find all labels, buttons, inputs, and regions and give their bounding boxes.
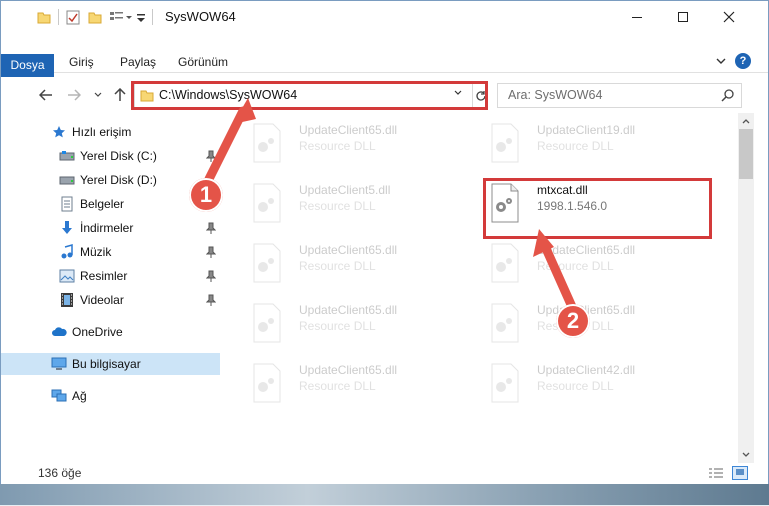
sidebar-item-network[interactable]: Ağ — [1, 385, 220, 407]
dll-file-icon — [253, 243, 281, 283]
list-item[interactable]: UpdateClient65.dll Resource DLL — [475, 237, 695, 289]
window-title: SysWOW64 — [165, 9, 236, 24]
list-item[interactable]: UpdateClient19.dll Resource DLL — [475, 117, 695, 169]
file-list: UpdateClient65.dll Resource DLL UpdateCl… — [233, 113, 738, 458]
list-item[interactable]: UpdateClient5.dll Resource DLL — [237, 177, 457, 229]
network-icon — [51, 388, 67, 404]
desktop-wallpaper-strip — [0, 484, 769, 505]
large-icons-view-icon[interactable] — [732, 466, 748, 480]
quick-access-toolbar — [37, 8, 159, 26]
tab-view[interactable]: Görünüm — [178, 52, 228, 73]
dll-file-icon — [253, 363, 281, 403]
back-arrow-icon[interactable] — [37, 85, 55, 105]
status-bar: 136 öğe — [1, 463, 768, 484]
dll-file-icon — [253, 183, 281, 223]
chevron-down-icon[interactable] — [715, 55, 727, 70]
details-view-icon[interactable] — [708, 467, 724, 482]
dll-file-icon — [253, 303, 281, 343]
drive-icon — [59, 172, 75, 188]
dll-file-icon — [491, 303, 519, 343]
close-button[interactable] — [706, 1, 752, 32]
step-badge-1: 1 — [189, 178, 223, 212]
ribbon: Giriş Paylaş Görünüm ? — [1, 32, 768, 73]
pictures-icon — [59, 268, 75, 284]
film-icon — [59, 292, 75, 308]
recent-locations-icon[interactable] — [89, 85, 107, 105]
sidebar-item-videos[interactable]: Videolar — [1, 289, 220, 311]
pin-icon[interactable] — [205, 150, 217, 162]
search-placeholder: Ara: SysWOW64 — [508, 88, 603, 102]
tab-share[interactable]: Paylaş — [120, 52, 156, 73]
sidebar-item-onedrive[interactable]: OneDrive — [1, 321, 220, 343]
customize-toolbar-icon[interactable] — [136, 10, 146, 24]
address-highlight — [131, 81, 488, 110]
sidebar-item-quick-access[interactable]: Hızlı erişim — [1, 121, 220, 143]
list-item[interactable]: UpdateClient65.dll Resource DLL — [237, 297, 457, 349]
folder-icon[interactable] — [37, 10, 51, 24]
sidebar-item-downloads[interactable]: İndirmeler — [1, 217, 220, 239]
list-item[interactable]: UpdateClient65.dll Resource DLL — [237, 357, 457, 409]
sidebar-item-documents[interactable]: Belgeler — [1, 193, 220, 215]
scroll-up-icon[interactable] — [741, 115, 751, 129]
properties-icon[interactable] — [66, 9, 80, 25]
vertical-scrollbar[interactable] — [738, 113, 754, 463]
sidebar-item-pictures[interactable]: Resimler — [1, 265, 220, 287]
view-options-icon[interactable] — [110, 10, 132, 24]
drive-icon — [59, 148, 75, 164]
sidebar-item-music[interactable]: Müzik — [1, 241, 220, 263]
list-item[interactable]: UpdateClient42.dll Resource DLL — [475, 357, 695, 409]
forward-arrow-icon[interactable] — [65, 85, 83, 105]
pin-icon[interactable] — [205, 270, 217, 282]
music-note-icon — [59, 244, 75, 260]
dll-file-icon — [253, 123, 281, 163]
cloud-icon — [51, 324, 67, 340]
search-input[interactable]: Ara: SysWOW64 — [497, 83, 742, 108]
item-count: 136 öğe — [38, 466, 82, 480]
step-badge-2: 2 — [556, 304, 590, 338]
computer-icon — [51, 356, 67, 372]
download-arrow-icon — [59, 220, 75, 236]
dll-file-icon — [491, 123, 519, 163]
up-arrow-icon[interactable] — [111, 85, 129, 105]
sidebar-item-this-pc[interactable]: Bu bilgisayar — [1, 353, 220, 375]
navigation-pane: Hızlı erişim Yerel Disk (C:) Yerel Disk … — [1, 113, 220, 460]
tab-file[interactable]: Dosya — [1, 54, 54, 77]
title-bar: SysWOW64 — [1, 1, 768, 32]
help-icon[interactable]: ? — [735, 53, 751, 69]
list-item[interactable]: UpdateClient65.dll Resource DLL — [237, 117, 457, 169]
dll-file-icon — [491, 243, 519, 283]
search-icon[interactable] — [721, 88, 735, 105]
star-icon — [51, 124, 67, 140]
scrollbar-thumb[interactable] — [739, 129, 753, 179]
scroll-down-icon[interactable] — [741, 449, 751, 463]
sidebar-item-local-disk-c[interactable]: Yerel Disk (C:) — [1, 145, 220, 167]
pin-icon[interactable] — [205, 222, 217, 234]
maximize-button[interactable] — [660, 1, 706, 32]
new-folder-icon[interactable] — [88, 10, 102, 24]
file-highlight — [483, 178, 712, 239]
pin-icon[interactable] — [205, 246, 217, 258]
tab-home[interactable]: Giriş — [69, 52, 94, 73]
pin-icon[interactable] — [205, 294, 217, 306]
dll-file-icon — [491, 363, 519, 403]
documents-icon — [59, 196, 75, 212]
sidebar-item-local-disk-d[interactable]: Yerel Disk (D:) — [1, 169, 220, 191]
minimize-button[interactable] — [614, 1, 660, 32]
explorer-window: SysWOW64 Giriş Paylaş Görünüm ? Dosya C:… — [0, 0, 769, 505]
list-item[interactable]: UpdateClient65.dll Resource DLL — [237, 237, 457, 289]
